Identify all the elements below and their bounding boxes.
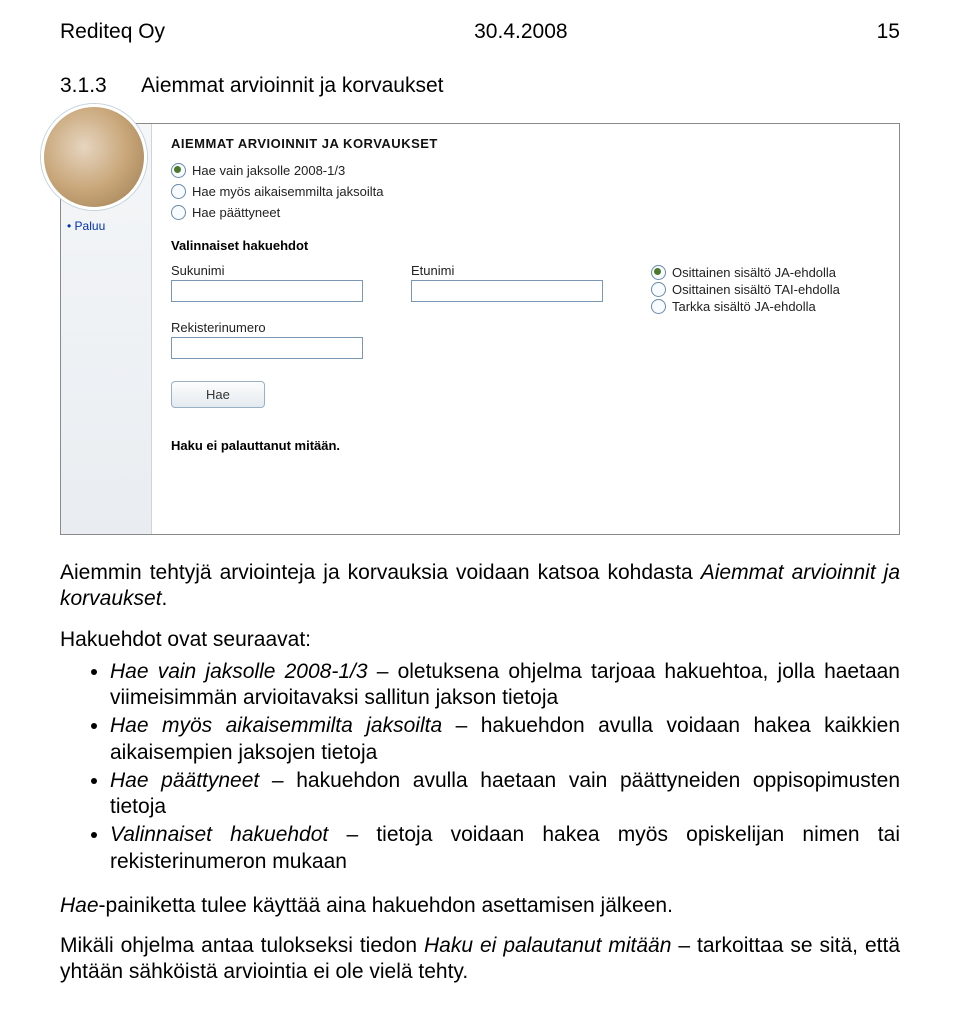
list-intro: Hakuehdot ovat seuraavat: [60, 627, 900, 653]
header-date: 30.4.2008 [474, 20, 567, 44]
radio-match-and-exact[interactable]: Tarkka sisältö JA-ehdolla [651, 299, 879, 314]
hae-note: Hae-painiketta tulee käyttää aina hakueh… [60, 893, 900, 919]
page-header: Rediteq Oy 30.4.2008 15 [60, 20, 900, 44]
criteria-list: Hae vain jaksolle 2008-1/3 – oletuksena … [60, 659, 900, 875]
list-item: Hae myös aikaisemmilta jaksoilta – hakue… [110, 713, 900, 766]
radio-icon [171, 163, 186, 178]
list-item: Valinnaiset hakuehdot – tietoja voidaan … [110, 822, 900, 875]
radio-label: Hae myös aikaisemmilta jaksoilta [192, 184, 383, 199]
radio-icon [171, 184, 186, 199]
list-item: Hae päättyneet – hakuehdon avulla haetaa… [110, 768, 900, 821]
list-item: Hae vain jaksolle 2008-1/3 – oletuksena … [110, 659, 900, 712]
back-link[interactable]: Paluu [67, 219, 105, 233]
optional-criteria-heading: Valinnaiset hakuehdot [171, 238, 879, 253]
radio-period-ended[interactable]: Hae päättyneet [171, 205, 879, 220]
panel-title: AIEMMAT ARVIOINNIT JA KORVAUKSET [171, 136, 879, 151]
radio-match-or-partial[interactable]: Osittainen sisältö TAI-ehdolla [651, 282, 879, 297]
radio-label: Osittainen sisältö JA-ehdolla [672, 265, 836, 280]
section-number: 3.1.3 [60, 74, 107, 98]
radio-label: Hae vain jaksolle 2008-1/3 [192, 163, 345, 178]
radio-period-current[interactable]: Hae vain jaksolle 2008-1/3 [171, 163, 879, 178]
input-surname[interactable] [171, 280, 363, 302]
radio-label: Tarkka sisältö JA-ehdolla [672, 299, 816, 314]
section-title: Aiemmat arvioinnit ja korvaukset [141, 74, 443, 97]
input-firstname[interactable] [411, 280, 603, 302]
header-page: 15 [877, 20, 900, 44]
no-result-message: Haku ei palauttanut mitään. [171, 438, 879, 453]
intro-paragraph: Aiemmin tehtyjä arviointeja ja korvauksi… [60, 560, 900, 613]
radio-icon [651, 282, 666, 297]
noresult-note: Mikäli ohjelma antaa tulokseksi tiedon H… [60, 933, 900, 986]
input-regnum[interactable] [171, 337, 363, 359]
app-screenshot: Paluu AIEMMAT ARVIOINNIT JA KORVAUKSET H… [60, 123, 900, 535]
radio-match-and-partial[interactable]: Osittainen sisältö JA-ehdolla [651, 265, 879, 280]
section-heading-row: 3.1.3 Aiemmat arvioinnit ja korvaukset [60, 74, 900, 98]
radio-label: Hae päättyneet [192, 205, 280, 220]
radio-label: Osittainen sisältö TAI-ehdolla [672, 282, 840, 297]
radio-icon [171, 205, 186, 220]
label-regnum: Rekisterinumero [171, 320, 381, 335]
radio-period-earlier[interactable]: Hae myös aikaisemmilta jaksoilta [171, 184, 879, 199]
label-surname: Sukunimi [171, 263, 381, 278]
sidebar-panel: Paluu [61, 124, 152, 534]
radio-icon [651, 299, 666, 314]
header-company: Rediteq Oy [60, 20, 165, 44]
radio-icon [651, 265, 666, 280]
avatar [41, 104, 147, 210]
search-button[interactable]: Hae [171, 381, 265, 408]
label-firstname: Etunimi [411, 263, 621, 278]
